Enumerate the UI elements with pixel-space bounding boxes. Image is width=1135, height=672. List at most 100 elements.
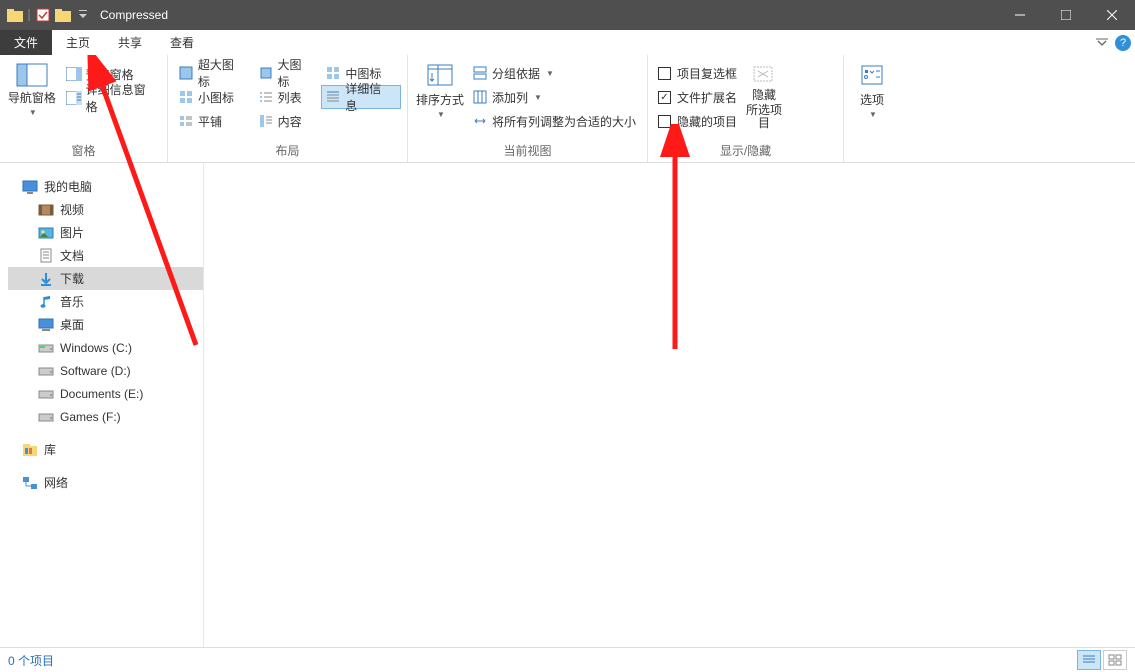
list-icon bbox=[258, 89, 274, 105]
tree-drive-d[interactable]: Software (D:) bbox=[8, 359, 203, 382]
chevron-down-icon: ▼ bbox=[437, 110, 445, 119]
file-list-area[interactable] bbox=[204, 163, 1135, 647]
hide-icon bbox=[750, 63, 778, 87]
drive-icon bbox=[38, 340, 54, 356]
content-icon bbox=[258, 113, 274, 129]
options-icon bbox=[858, 63, 886, 89]
music-icon bbox=[38, 294, 54, 310]
properties-icon[interactable] bbox=[34, 4, 52, 26]
layout-extra-large[interactable]: 超大图标 bbox=[174, 61, 254, 85]
computer-icon bbox=[22, 179, 38, 195]
group-by-icon bbox=[472, 65, 488, 81]
add-columns-icon bbox=[472, 89, 488, 105]
drive-icon bbox=[38, 409, 54, 425]
checkbox-icon bbox=[658, 67, 671, 80]
main-area: 我的电脑 视频 图片 文档 下载 音乐 桌面 Windows (C:) Soft… bbox=[0, 163, 1135, 647]
drive-icon bbox=[38, 363, 54, 379]
folder-alt-icon[interactable] bbox=[54, 4, 72, 26]
documents-icon bbox=[38, 248, 54, 264]
sort-button[interactable]: 排序方式 ▼ bbox=[414, 59, 466, 142]
chevron-down-icon: ▼ bbox=[546, 69, 554, 78]
tiles-icon bbox=[178, 113, 194, 129]
ribbon-group-options: 选项 ▼ bbox=[844, 55, 900, 162]
title-bar: Compressed bbox=[0, 0, 1135, 30]
tree-downloads[interactable]: 下载 bbox=[8, 267, 203, 290]
tree-drive-e[interactable]: Documents (E:) bbox=[8, 382, 203, 405]
minimize-ribbon-icon[interactable] bbox=[1095, 38, 1109, 48]
tree-pictures[interactable]: 图片 bbox=[8, 221, 203, 244]
libraries-icon bbox=[22, 442, 38, 458]
hide-selected-button[interactable]: 隐藏 所选项目 bbox=[741, 59, 787, 142]
nav-pane-label: 导航窗格 bbox=[8, 89, 56, 106]
ribbon-group-show-hide: 项目复选框 ✓文件扩展名 隐藏的项目 隐藏 所选项目 显示/隐藏 bbox=[648, 55, 844, 162]
medium-icon bbox=[325, 65, 341, 81]
details-pane-button[interactable]: 详细信息窗格 bbox=[62, 87, 161, 109]
layout-tiles[interactable]: 平铺 bbox=[174, 109, 254, 133]
nav-pane-button[interactable]: 导航窗格 ▼ bbox=[6, 59, 58, 142]
size-columns-button[interactable]: 将所有列调整为合适的大小 bbox=[468, 109, 640, 133]
tab-share[interactable]: 共享 bbox=[104, 30, 156, 55]
details-icon bbox=[325, 89, 341, 105]
close-button[interactable] bbox=[1089, 0, 1135, 30]
hidden-items-toggle[interactable]: 隐藏的项目 bbox=[654, 109, 741, 133]
tree-libraries[interactable]: 库 bbox=[8, 438, 203, 461]
maximize-button[interactable] bbox=[1043, 0, 1089, 30]
pictures-icon bbox=[38, 225, 54, 241]
add-columns-button[interactable]: 添加列▼ bbox=[468, 85, 640, 109]
quick-access-toolbar bbox=[6, 4, 92, 26]
tab-view[interactable]: 查看 bbox=[156, 30, 208, 55]
file-ext-toggle[interactable]: ✓文件扩展名 bbox=[654, 85, 741, 109]
qat-dropdown-icon[interactable] bbox=[74, 4, 92, 26]
navigation-tree[interactable]: 我的电脑 视频 图片 文档 下载 音乐 桌面 Windows (C:) Soft… bbox=[0, 163, 204, 647]
chevron-down-icon: ▼ bbox=[869, 110, 877, 119]
tree-documents[interactable]: 文档 bbox=[8, 244, 203, 267]
window-controls bbox=[997, 0, 1135, 30]
ribbon: 导航窗格 ▼ 预览窗格 详细信息窗格 窗格 超大图标 小图标 bbox=[0, 55, 1135, 163]
small-icon bbox=[178, 89, 194, 105]
qat-separator bbox=[26, 4, 32, 26]
folder-icon bbox=[6, 4, 24, 26]
tree-music[interactable]: 音乐 bbox=[8, 290, 203, 313]
ribbon-group-layout: 超大图标 小图标 平铺 大图标 列表 内容 中图标 详细信息 . 布局 bbox=[168, 55, 408, 162]
layout-small[interactable]: 小图标 bbox=[174, 85, 254, 109]
layout-list[interactable]: 列表 bbox=[254, 85, 322, 109]
tree-my-computer[interactable]: 我的电脑 bbox=[8, 175, 203, 198]
status-item-count: 0 个项目 bbox=[8, 652, 54, 669]
chevron-down-icon: ▼ bbox=[29, 108, 37, 117]
size-columns-icon bbox=[472, 113, 488, 129]
tab-home[interactable]: 主页 bbox=[52, 30, 104, 55]
status-bar: 0 个项目 bbox=[0, 647, 1135, 672]
item-checkboxes-toggle[interactable]: 项目复选框 bbox=[654, 61, 741, 85]
view-large-button[interactable] bbox=[1103, 650, 1127, 670]
minimize-button[interactable] bbox=[997, 0, 1043, 30]
extra-large-icon bbox=[178, 65, 194, 81]
options-button[interactable]: 选项 ▼ bbox=[850, 59, 894, 142]
details-pane-icon bbox=[66, 90, 82, 106]
layout-details[interactable]: 详细信息 bbox=[321, 85, 401, 109]
layout-content[interactable]: 内容 bbox=[254, 109, 322, 133]
group-by-button[interactable]: 分组依据▼ bbox=[468, 61, 640, 85]
window-title: Compressed bbox=[100, 8, 168, 22]
desktop-icon bbox=[38, 317, 54, 333]
downloads-icon bbox=[38, 271, 54, 287]
large-icon bbox=[258, 65, 274, 81]
drive-icon bbox=[38, 386, 54, 402]
checkbox-checked-icon: ✓ bbox=[658, 91, 671, 104]
chevron-down-icon: ▼ bbox=[534, 93, 542, 102]
tab-file[interactable]: 文件 bbox=[0, 30, 52, 55]
help-icon[interactable]: ? bbox=[1115, 35, 1131, 51]
ribbon-tabs: 文件 主页 共享 查看 ? bbox=[0, 30, 1135, 55]
view-details-button[interactable] bbox=[1077, 650, 1101, 670]
sort-icon bbox=[424, 63, 456, 89]
preview-pane-icon bbox=[66, 66, 82, 82]
layout-large[interactable]: 大图标 bbox=[254, 61, 322, 85]
videos-icon bbox=[38, 202, 54, 218]
tree-desktop[interactable]: 桌面 bbox=[8, 313, 203, 336]
tree-network[interactable]: 网络 bbox=[8, 471, 203, 494]
tree-drive-c[interactable]: Windows (C:) bbox=[8, 336, 203, 359]
ribbon-group-panes: 导航窗格 ▼ 预览窗格 详细信息窗格 窗格 bbox=[0, 55, 168, 162]
tree-drive-f[interactable]: Games (F:) bbox=[8, 405, 203, 428]
tree-videos[interactable]: 视频 bbox=[8, 198, 203, 221]
checkbox-icon bbox=[658, 115, 671, 128]
network-icon bbox=[22, 475, 38, 491]
